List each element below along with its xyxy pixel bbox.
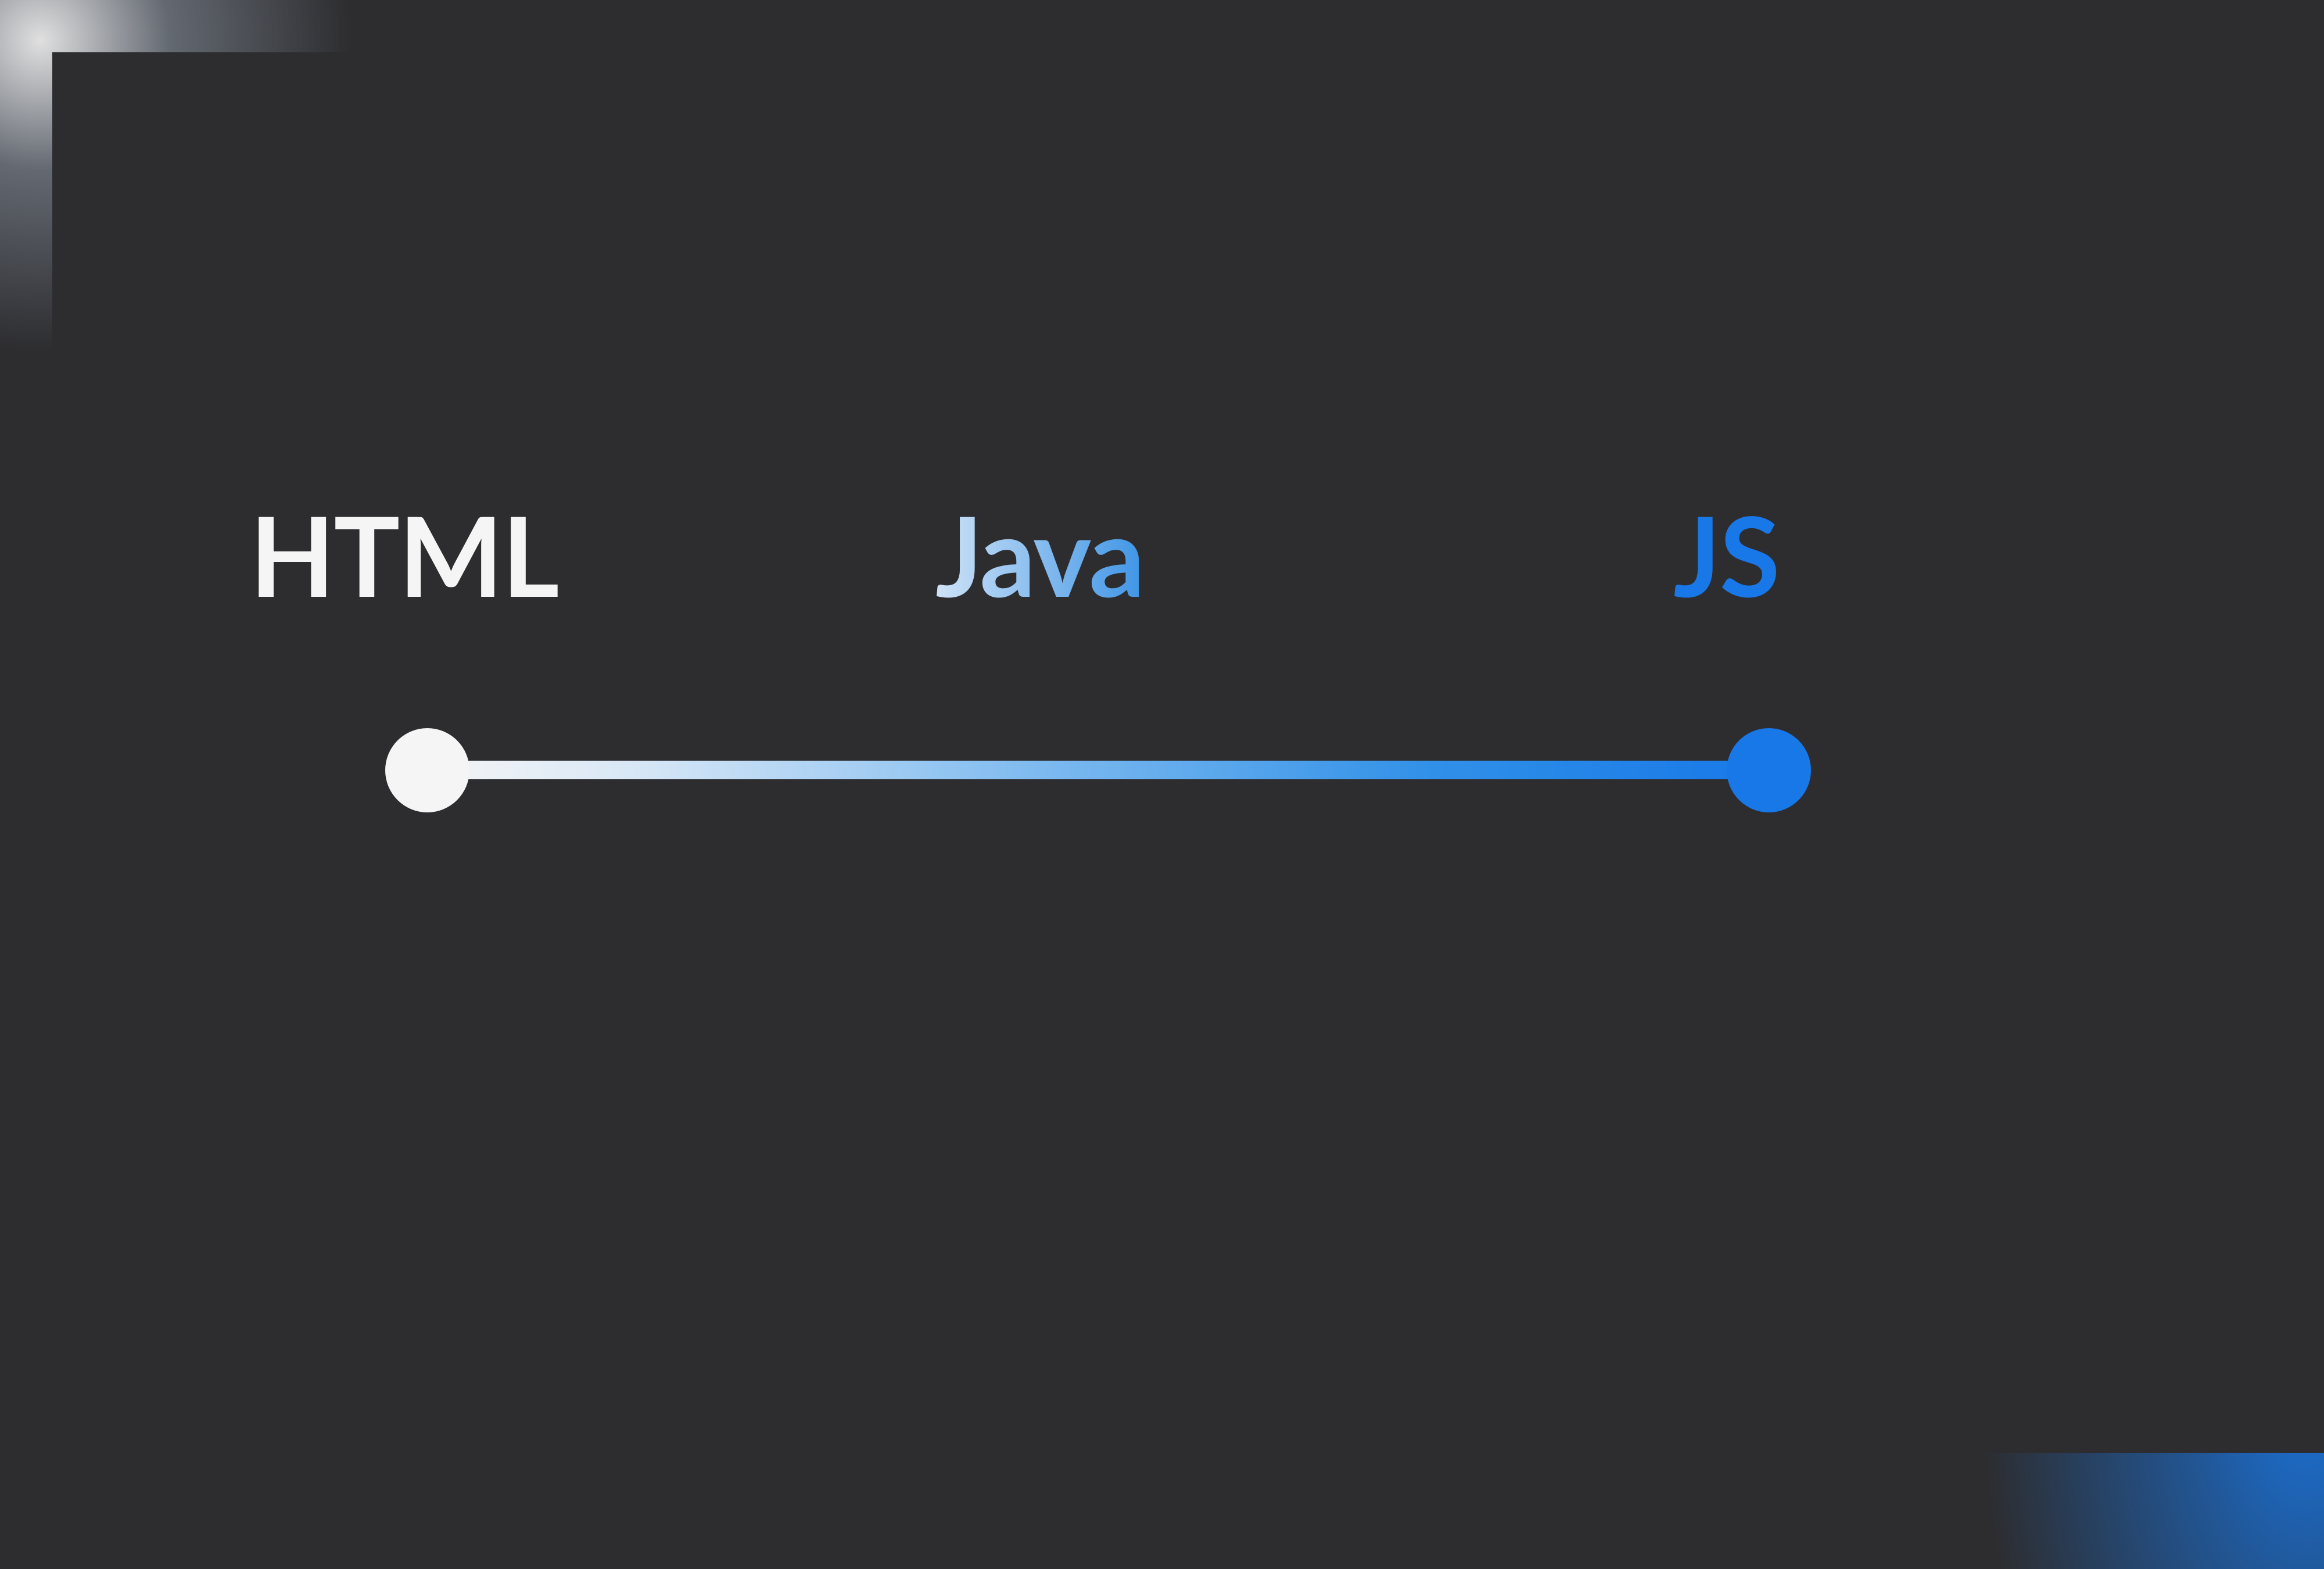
label-middle: Java [935, 488, 1144, 621]
timeline-knob-start [385, 728, 469, 812]
timeline-knob-end [1727, 728, 1811, 812]
timeline-track [427, 761, 1769, 779]
gradient-timeline [427, 741, 1769, 799]
diagram-content: HTML Java JS [0, 0, 2324, 1453]
label-start: HTML [250, 488, 558, 621]
label-end: JS [1673, 488, 1779, 621]
